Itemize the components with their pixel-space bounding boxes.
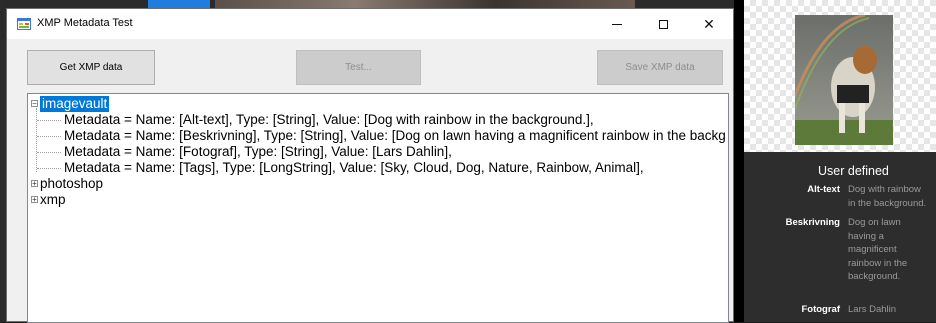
tree-node-xmp[interactable]: + xmp — [28, 192, 228, 208]
value-line: magnificent — [848, 244, 897, 255]
field-key-fotograf: Fotograf — [801, 304, 840, 315]
close-icon: ✕ — [703, 15, 715, 32]
save-xmp-data-button[interactable]: Save XMP data — [597, 50, 723, 85]
tree-child-node[interactable]: Metadata = Name: [Fotograf], Type: [Stri… — [28, 144, 728, 160]
get-xmp-data-button[interactable]: Get XMP data — [27, 50, 155, 85]
app-window: XMP Metadata Test ✕ Get XMP data Test...… — [6, 8, 734, 323]
value-line: Dog with rainbow — [848, 184, 921, 195]
field-value-beskrivning: Dog on lawn having a magnificent rainbow… — [848, 216, 936, 284]
background-blue-area — [148, 0, 210, 8]
app-window-icon — [17, 18, 31, 30]
field-value-fotograf: Lars Dahlin — [848, 303, 936, 317]
expand-icon[interactable]: + — [31, 196, 38, 204]
dog-rainbow-photo — [795, 15, 893, 145]
field-value-alt-text: Dog with rainbow in the background. — [848, 183, 936, 210]
collapse-icon[interactable]: − — [31, 100, 38, 108]
metadata-entry-alt-text[interactable]: Metadata = Name: [Alt-text], Type: [Stri… — [64, 112, 594, 128]
image-preview-panel: User defined Alt-text Dog with rainbow i… — [744, 0, 936, 322]
tree-node-photoshop[interactable]: + photoshop — [28, 176, 228, 192]
value-line: rainbow in the — [848, 257, 908, 269]
tree-node-label[interactable]: photoshop — [40, 176, 103, 192]
metadata-entry-beskrivning[interactable]: Metadata = Name: [Beskrivning], Type: [S… — [64, 128, 726, 144]
value-line: in the background. — [848, 197, 927, 209]
field-key-beskrivning: Beskrivning — [785, 217, 840, 228]
panel-divider — [734, 0, 744, 322]
expand-icon[interactable]: + — [31, 180, 38, 188]
tree-child-node[interactable]: Metadata = Name: [Tags], Type: [LongStri… — [28, 160, 728, 176]
metadata-entry-tags[interactable]: Metadata = Name: [Tags], Type: [LongStri… — [64, 160, 644, 176]
field-key-alt-text: Alt-text — [807, 184, 840, 195]
test-button[interactable]: Test... — [296, 50, 421, 85]
background-photo — [215, 0, 635, 8]
title-bar[interactable]: XMP Metadata Test ✕ — [7, 9, 733, 39]
tree-child-node[interactable]: Metadata = Name: [Alt-text], Type: [Stri… — [28, 112, 728, 128]
tree-child-node[interactable]: Metadata = Name: [Beskrivning], Type: [S… — [28, 128, 728, 144]
value-line: Dog on lawn — [848, 217, 901, 228]
value-line: background. — [848, 271, 901, 282]
user-defined-heading: User defined — [818, 164, 889, 178]
minimize-button[interactable] — [595, 9, 639, 39]
tree-node-imagevault[interactable]: − imagevault — [28, 96, 728, 112]
maximize-button[interactable] — [641, 9, 685, 39]
metadata-tree-view[interactable]: − imagevault Metadata = Name: [Alt-text]… — [27, 93, 729, 323]
metadata-entry-fotograf[interactable]: Metadata = Name: [Fotograf], Type: [Stri… — [64, 144, 452, 160]
value-line: having a — [848, 230, 884, 242]
minimize-icon — [612, 23, 622, 25]
window-title: XMP Metadata Test — [37, 17, 133, 29]
value-line: Lars Dahlin — [848, 304, 897, 315]
maximize-icon — [658, 19, 668, 29]
close-button[interactable]: ✕ — [687, 9, 731, 39]
tree-node-label[interactable]: xmp — [40, 192, 66, 208]
tree-node-label[interactable]: imagevault — [40, 96, 110, 112]
